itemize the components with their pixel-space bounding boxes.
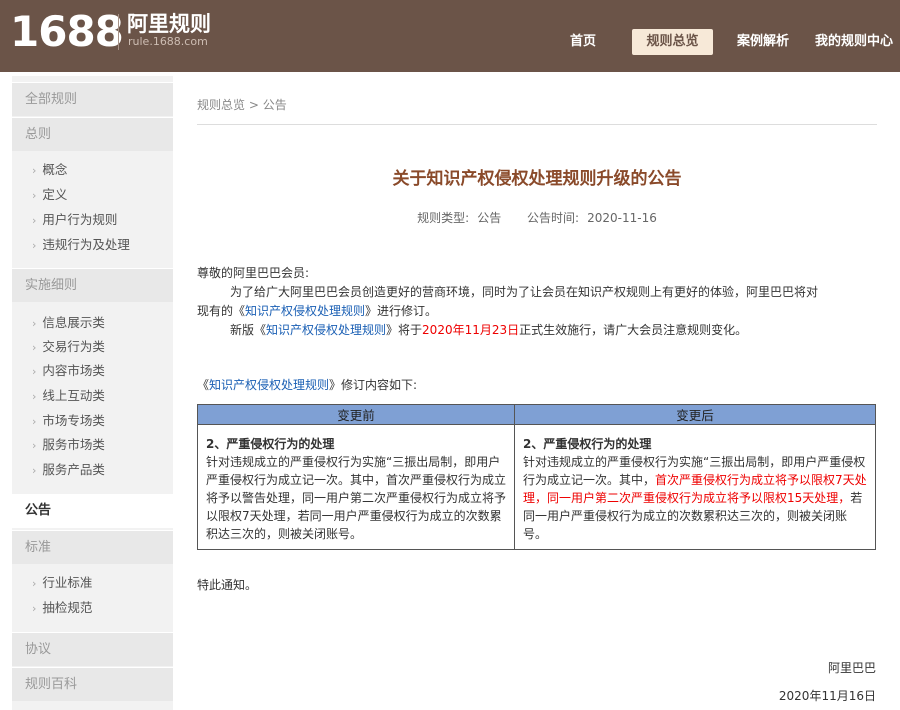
publish-time-label: 公告时间:: [527, 211, 580, 225]
logo-1688[interactable]: 1688: [10, 8, 124, 56]
sidebar-item-announcement[interactable]: 公告: [12, 494, 173, 528]
ip-rules-link[interactable]: 知识产权侵权处理规则: [266, 323, 386, 337]
text: 正式生效施行，请广大会员注意规则变化。: [519, 323, 748, 337]
column-header-after: 变更后: [514, 404, 876, 425]
nav-my-rules-center[interactable]: 我的规则中心: [812, 29, 896, 55]
chevron-right-icon: ›: [32, 214, 37, 227]
nav-case-analysis[interactable]: 案例解析: [728, 29, 798, 55]
nav-rules-overview[interactable]: 规则总览: [632, 29, 713, 55]
sidebar-item-label: 违规行为及处理: [42, 237, 130, 252]
article-meta: 规则类型: 公告 公告时间: 2020-11-16: [197, 209, 877, 226]
sidebar-item-market-special[interactable]: › 市场专场类: [32, 410, 105, 432]
signature-date: 2020年11月16日: [778, 689, 876, 703]
sidebar: 全部规则 总则 › 概念 › 定义 › 用户行为规则 › 违规行为及处理 实施细则 › 信…: [12, 76, 173, 710]
text: 《: [197, 378, 210, 392]
sidebar-item-label: 定义: [42, 187, 68, 202]
sidebar-item-user-behavior[interactable]: › 用户行为规则: [32, 209, 117, 231]
chevron-right-icon: ›: [32, 189, 37, 202]
chevron-right-icon: ›: [32, 317, 37, 330]
breadcrumb: 规则总览 > 公告: [197, 96, 287, 113]
sidebar-item-label: 线上互动类: [42, 388, 105, 403]
sidebar-item-label: 内容市场类: [42, 363, 105, 378]
table-header-row: 变更前 变更后: [197, 404, 876, 425]
paragraph-1-line-1: 为了给广大阿里巴巴会员创造更好的营商环境，同时为了让会员在知识产权规则上有更好的…: [230, 285, 819, 299]
text: 》进行修订。: [365, 304, 438, 318]
before-cell: 2、严重侵权行为的处理 针对违规成立的严重侵权行为实施“三振出局制，即用户严重侵…: [197, 424, 515, 550]
rule-type-value: 公告: [477, 211, 502, 225]
breadcrumb-root[interactable]: 规则总览: [197, 98, 245, 112]
sidebar-item-content-market[interactable]: › 内容市场类: [32, 360, 105, 382]
sidebar-item-label: 概念: [42, 162, 68, 177]
ip-rules-link[interactable]: 知识产权侵权处理规则: [245, 304, 365, 318]
sidebar-item-service-market[interactable]: › 服务市场类: [32, 434, 105, 456]
sidebar-heading-encyclopedia[interactable]: 规则百科: [12, 667, 173, 701]
sidebar-item-label: 抽检规范: [42, 600, 93, 615]
sidebar-item-definition[interactable]: › 定义: [32, 184, 67, 206]
sidebar-item-label: 市场专场类: [42, 413, 105, 428]
text: 现有的《: [197, 304, 246, 318]
paragraph-1-line-2: 现有的《知识产权侵权处理规则》进行修订。: [197, 302, 437, 321]
sidebar-item-concept[interactable]: › 概念: [32, 159, 67, 181]
chevron-right-icon: ›: [32, 164, 37, 177]
after-body: 针对违规成立的严重侵权行为实施“三振出局制，即用户严重侵权行为成立记一次。其中，…: [523, 453, 867, 543]
column-header-before: 变更前: [197, 404, 515, 425]
revision-intro: 《知识产权侵权处理规则》修订内容如下:: [197, 376, 417, 395]
sidebar-item-label: 服务产品类: [42, 462, 105, 477]
sidebar-all-rules[interactable]: 全部规则: [12, 82, 173, 116]
after-title: 2、严重侵权行为的处理: [523, 437, 652, 451]
sidebar-heading-details[interactable]: 实施细则: [12, 268, 173, 302]
chevron-right-icon: ›: [32, 365, 37, 378]
sidebar-item-trade-behavior[interactable]: › 交易行为类: [32, 336, 105, 358]
sidebar-item-label: 服务市场类: [42, 437, 105, 452]
chevron-right-icon: ›: [32, 464, 37, 477]
ip-rules-link[interactable]: 知识产权侵权处理规则: [209, 378, 329, 392]
before-title: 2、严重侵权行为的处理: [206, 437, 335, 451]
text: 》修订内容如下:: [329, 378, 418, 392]
sidebar-item-label: 交易行为类: [42, 339, 105, 354]
breadcrumb-separator: >: [245, 98, 263, 112]
publish-time-value: 2020-11-16: [587, 211, 657, 225]
before-body: 针对违规成立的严重侵权行为实施“三振出局制，即用户严重侵权行为成立记一次。其中，…: [206, 455, 507, 541]
sidebar-item-violations[interactable]: › 违规行为及处理: [32, 234, 130, 256]
text: 》将于: [386, 323, 423, 337]
sidebar-item-info-display[interactable]: › 信息展示类: [32, 312, 105, 334]
table-row: 2、严重侵权行为的处理 针对违规成立的严重侵权行为实施“三振出局制，即用户严重侵…: [197, 424, 876, 550]
nav-home[interactable]: 首页: [556, 29, 610, 55]
chevron-right-icon: ›: [32, 341, 37, 354]
after-cell: 2、严重侵权行为的处理 针对违规成立的严重侵权行为实施“三振出局制，即用户严重侵…: [514, 424, 876, 550]
logo-url: rule.1688.com: [128, 35, 208, 48]
logo-title[interactable]: 阿里规则: [127, 11, 211, 37]
chevron-right-icon: ›: [32, 602, 37, 615]
greeting: 尊敬的阿里巴巴会员:: [197, 266, 310, 280]
sidebar-item-label: 用户行为规则: [42, 212, 118, 227]
text: 新版《: [230, 323, 267, 337]
chevron-right-icon: ›: [32, 239, 37, 252]
top-header: 1688 阿里规则 rule.1688.com 首页 规则总览 案例解析 我的规…: [0, 0, 900, 72]
revision-table: 变更前 变更后 2、严重侵权行为的处理 针对违规成立的严重侵权行为实施“三振出局…: [197, 404, 876, 550]
sidebar-heading-standards[interactable]: 标准: [12, 530, 173, 564]
sidebar-item-label: 行业标准: [42, 575, 93, 590]
sidebar-item-service-product[interactable]: › 服务产品类: [32, 459, 105, 481]
sidebar-item-label: 信息展示类: [42, 315, 105, 330]
chevron-right-icon: ›: [32, 577, 37, 590]
sidebar-heading-general[interactable]: 总则: [12, 117, 173, 151]
signature: 阿里巴巴: [827, 661, 876, 675]
breadcrumb-current[interactable]: 公告: [263, 98, 287, 112]
sidebar-item-industry-standard[interactable]: › 行业标准: [32, 572, 92, 594]
chevron-right-icon: ›: [32, 390, 37, 403]
nav-my-rules-center-label: 我的规则中心: [814, 34, 893, 49]
logo-divider: [118, 14, 119, 50]
effective-date: 2020年11月23日: [422, 323, 520, 337]
closing-text: 特此通知。: [197, 578, 258, 592]
paragraph-2: 新版《知识产权侵权处理规则》将于2020年11月23日正式生效施行，请广大会员注…: [230, 321, 747, 340]
sidebar-item-inspection[interactable]: › 抽检规范: [32, 597, 92, 619]
breadcrumb-divider: [197, 124, 877, 125]
rule-type-label: 规则类型:: [417, 211, 470, 225]
chevron-right-icon: ›: [32, 415, 37, 428]
sidebar-item-online-interaction[interactable]: › 线上互动类: [32, 385, 105, 407]
sidebar-heading-agreement[interactable]: 协议: [12, 632, 173, 666]
page-title: 关于知识产权侵权处理规则升级的公告: [392, 169, 682, 189]
chevron-right-icon: ›: [32, 439, 37, 452]
